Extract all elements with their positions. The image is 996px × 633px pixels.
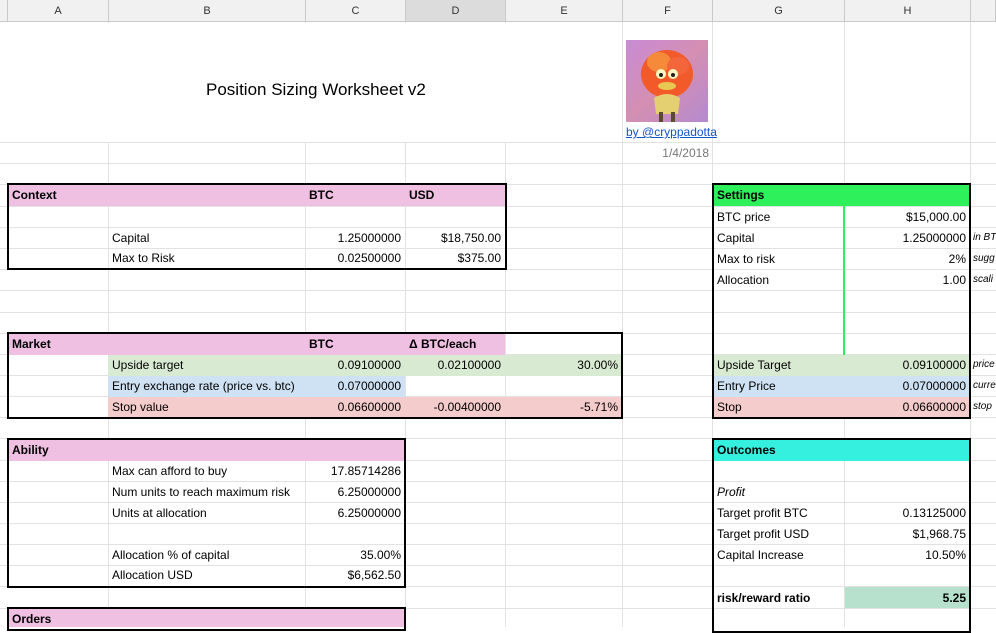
settings-header[interactable]: Settings: [713, 185, 844, 205]
settings-alloc-val[interactable]: 1.00: [845, 270, 970, 290]
column-header-f[interactable]: F: [623, 0, 713, 22]
gridline: [970, 22, 971, 627]
gridline: [0, 438, 996, 439]
settings-stop-note[interactable]: stop: [971, 397, 996, 417]
context-risk-usd[interactable]: $375.00: [405, 248, 505, 268]
ability-afford-val[interactable]: 17.85714286: [305, 461, 405, 481]
settings-entry-val[interactable]: 0.07000000: [845, 376, 970, 396]
column-header-h[interactable]: H: [845, 0, 971, 22]
market-upside-label[interactable]: Upside target: [108, 355, 305, 375]
outcomes-target-usd-val[interactable]: $1,968.75: [845, 524, 970, 544]
settings-capital-note[interactable]: in BT: [971, 228, 996, 248]
context-col-btc[interactable]: BTC: [305, 185, 405, 205]
ability-alloc-pct-label[interactable]: Allocation % of capital: [108, 545, 305, 565]
column-header-a[interactable]: A: [8, 0, 109, 22]
outcomes-ratio-val[interactable]: 5.25: [845, 588, 970, 608]
settings-risk-label[interactable]: Max to risk: [713, 249, 844, 269]
settings-upside-val[interactable]: 0.09100000: [845, 355, 970, 375]
settings-btc-price-label[interactable]: BTC price: [713, 207, 844, 227]
outcomes-cap-inc-label[interactable]: Capital Increase: [713, 545, 844, 565]
market-upside-btc[interactable]: 0.09100000: [305, 355, 405, 375]
column-header-next[interactable]: [971, 0, 996, 22]
context-risk-btc[interactable]: 0.02500000: [305, 248, 405, 268]
settings-capital-label[interactable]: Capital: [713, 228, 844, 248]
outcomes-target-usd-label[interactable]: Target profit USD: [713, 524, 844, 544]
context-capital-btc[interactable]: 1.25000000: [305, 228, 405, 248]
outcomes-target-btc-label[interactable]: Target profit BTC: [713, 503, 844, 523]
gridline: [622, 22, 623, 627]
gridline: [0, 312, 996, 313]
column-header-c[interactable]: C: [306, 0, 406, 22]
orders-header[interactable]: Orders: [8, 609, 108, 629]
market-entry-btc[interactable]: 0.07000000: [305, 376, 405, 396]
settings-capital-val[interactable]: 1.25000000: [845, 228, 970, 248]
market-stop-pct[interactable]: -5.71%: [505, 397, 622, 417]
ability-afford-label[interactable]: Max can afford to buy: [108, 461, 305, 481]
settings-btc-price-val[interactable]: $15,000.00: [845, 207, 970, 227]
settings-upside-label[interactable]: Upside Target: [713, 355, 844, 375]
settings-stop-val[interactable]: 0.06600000: [845, 397, 970, 417]
ability-alloc-pct-val[interactable]: 35.00%: [305, 545, 405, 565]
market-upside-delta[interactable]: 0.02100000: [405, 355, 505, 375]
context-header[interactable]: Context: [8, 185, 108, 205]
column-header-e[interactable]: E: [506, 0, 623, 22]
market-stop-btc[interactable]: 0.06600000: [305, 397, 405, 417]
settings-upside-note[interactable]: price: [971, 355, 996, 375]
market-stop-label[interactable]: Stop value: [108, 397, 305, 417]
context-capital-usd[interactable]: $18,750.00: [405, 228, 505, 248]
gridline: [0, 417, 996, 418]
ability-units-alloc-val[interactable]: 6.25000000: [305, 503, 405, 523]
outcomes-cap-inc-val[interactable]: 10.50%: [845, 545, 970, 565]
outcomes-target-btc-val[interactable]: 0.13125000: [845, 503, 970, 523]
gridline: [0, 290, 996, 291]
settings-risk-note[interactable]: sugg: [971, 249, 996, 269]
column-header-d[interactable]: D: [406, 0, 506, 22]
settings-alloc-label[interactable]: Allocation: [713, 270, 844, 290]
context-risk-label[interactable]: Max to Risk: [108, 248, 305, 268]
settings-risk-val[interactable]: 2%: [845, 249, 970, 269]
column-header-g[interactable]: G: [713, 0, 845, 22]
settings-entry-label[interactable]: Entry Price: [713, 376, 844, 396]
gridline: [0, 163, 996, 164]
ability-units-risk-val[interactable]: 6.25000000: [305, 482, 405, 502]
avatar: [626, 40, 708, 122]
settings-stop-label[interactable]: Stop: [713, 397, 844, 417]
market-col-delta[interactable]: Δ BTC/each: [405, 334, 505, 354]
ability-alloc-usd-label[interactable]: Allocation USD: [108, 565, 305, 585]
ability-header[interactable]: Ability: [8, 440, 108, 460]
date-label: 1/4/2018: [662, 146, 709, 160]
context-capital-label[interactable]: Capital: [108, 228, 305, 248]
sheet-title: Position Sizing Worksheet v2: [206, 80, 426, 99]
column-header-b[interactable]: B: [109, 0, 306, 22]
market-entry-label[interactable]: Entry exchange rate (price vs. btc): [108, 376, 305, 396]
ability-units-alloc-label[interactable]: Units at allocation: [108, 503, 305, 523]
corner-header[interactable]: [0, 0, 8, 22]
market-stop-delta[interactable]: -0.00400000: [405, 397, 505, 417]
market-upside-pct[interactable]: 30.00%: [505, 355, 622, 375]
outcomes-profit-label[interactable]: Profit: [713, 482, 844, 502]
settings-alloc-note[interactable]: scali: [971, 270, 996, 290]
ability-units-risk-label[interactable]: Num units to reach maximum risk: [108, 482, 305, 502]
ability-alloc-usd-val[interactable]: $6,562.50: [305, 565, 405, 585]
context-col-usd[interactable]: USD: [405, 185, 505, 205]
market-header[interactable]: Market: [8, 334, 108, 354]
gridline: [0, 142, 996, 143]
author-link[interactable]: by @cryppadotta: [622, 122, 742, 142]
outcomes-ratio-label[interactable]: risk/reward ratio: [713, 588, 844, 608]
settings-entry-note[interactable]: curre: [971, 376, 996, 396]
market-col-btc[interactable]: BTC: [305, 334, 405, 354]
outcomes-header[interactable]: Outcomes: [713, 440, 844, 460]
